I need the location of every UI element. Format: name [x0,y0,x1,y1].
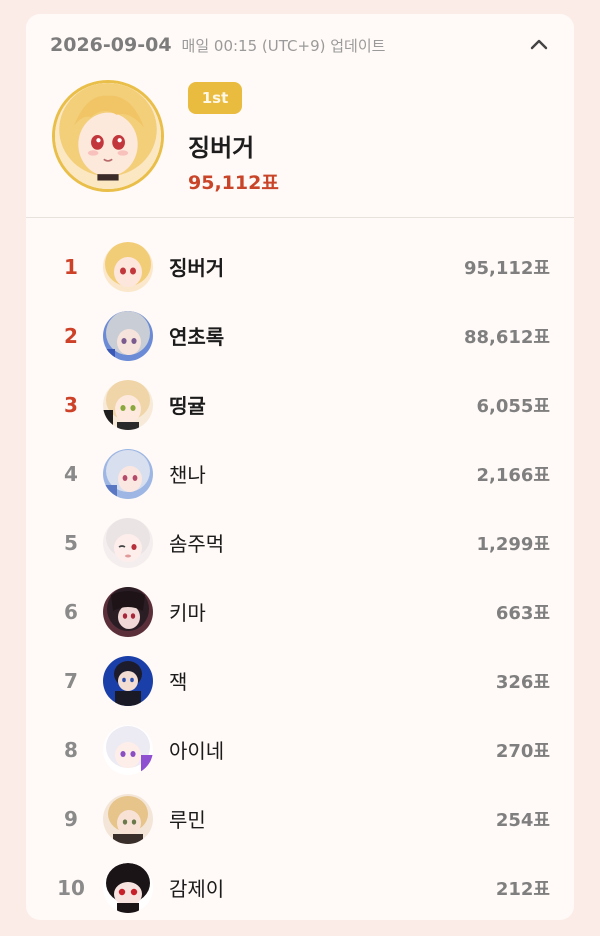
ranking-date: 2026-09-04 [50,34,172,56]
rank-number: 6 [64,599,78,624]
vote-count: 254표 [495,809,550,831]
avatar [103,311,153,361]
ranking-row[interactable]: 6 키마 663표 [26,577,574,646]
vote-count: 212표 [495,878,550,900]
ranking-row[interactable]: 1 징버거 95,112표 [26,232,574,301]
avatar [103,794,153,844]
top-ranker-avatar[interactable] [52,80,164,192]
vote-count: 95,112표 [463,257,550,279]
top-ranker-votes: 95,112표 [188,172,279,194]
vote-count: 270표 [495,740,550,762]
collapse-button[interactable] [526,32,552,58]
ranking-row[interactable]: 5 솜주먹 1,299표 [26,508,574,577]
section-divider [26,217,574,218]
top-ranker-section: 1st 징버거 95,112표 [26,74,574,216]
avatar [103,587,153,637]
avatar [103,863,153,913]
ranking-header: 2026-09-04 매일 00:15 (UTC+9) 업데이트 [50,32,552,58]
avatar [103,725,153,775]
rank-number: 7 [64,668,78,693]
avatar [103,449,153,499]
update-schedule-note: 매일 00:15 (UTC+9) 업데이트 [181,36,386,55]
vote-count: 88,612표 [463,326,550,348]
rank-number: 3 [64,392,78,417]
rank-number: 1 [64,254,78,279]
vote-count: 663표 [495,602,550,624]
rank-number: 9 [64,806,78,831]
ranking-row[interactable]: 7 잭 326표 [26,646,574,715]
vote-count: 1,299표 [476,533,551,555]
rank-number: 8 [64,737,78,762]
ranker-name: 감제이 [169,877,225,901]
ranker-name: 징버거 [169,256,225,280]
top-ranker-name[interactable]: 징버거 [188,128,254,163]
vote-count: 6,055표 [476,395,551,417]
rank-number: 4 [64,461,78,486]
avatar [103,380,153,430]
ranking-row[interactable]: 9 루민 254표 [26,784,574,853]
ranking-row[interactable]: 10 감제이 212표 [26,853,574,920]
avatar [103,242,153,292]
ranking-row[interactable]: 8 아이네 270표 [26,715,574,784]
ranker-name: 잭 [169,670,188,694]
ranker-name: 연초록 [169,325,225,349]
ranker-name: 키마 [169,601,206,625]
ranking-card: 2026-09-04 매일 00:15 (UTC+9) 업데이트 1st 징버거… [26,14,574,920]
ranker-name: 아이네 [169,739,225,763]
rank-number: 10 [57,875,85,900]
avatar [103,518,153,568]
ranker-name: 챈나 [169,463,206,487]
ranker-name: 솜주먹 [169,532,225,556]
first-place-badge: 1st [188,82,242,114]
ranking-row[interactable]: 4 챈나 2,166표 [26,439,574,508]
ranking-row[interactable]: 3 띵귤 6,055표 [26,370,574,439]
ranker-name: 루민 [169,808,206,832]
chevron-up-icon [530,39,548,50]
rank-number: 2 [64,323,78,348]
vote-count: 326표 [495,671,550,693]
avatar [103,656,153,706]
ranker-name: 띵귤 [169,394,206,418]
vote-count: 2,166표 [476,464,551,486]
rank-number: 5 [64,530,78,555]
ranking-row[interactable]: 2 연초록 88,612표 [26,301,574,370]
